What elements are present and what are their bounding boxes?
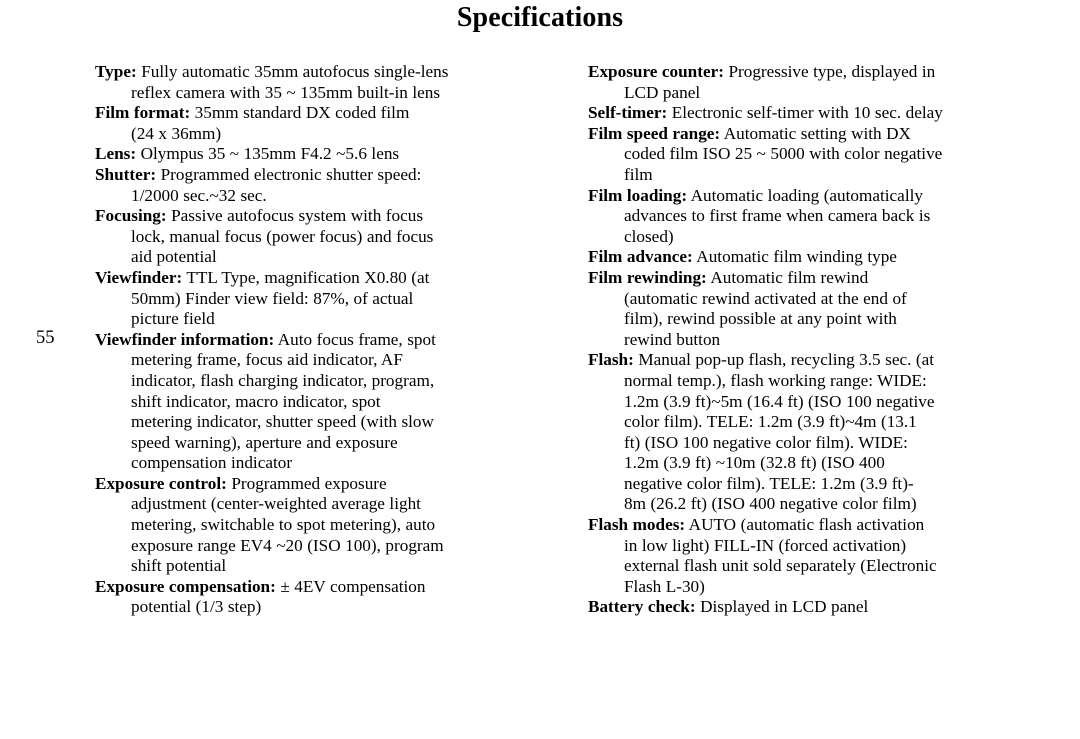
spec-term: Film speed range: <box>588 123 721 143</box>
spec-entry: Shutter: Programmed electronic shutter s… <box>95 165 565 206</box>
spec-value: Olympus 35 ~ 135mm F4.2 ~5.6 lens <box>136 144 400 164</box>
spec-value: Auto focus frame, spot metering frame, f… <box>131 329 436 473</box>
spec-term: Exposure control: <box>95 473 227 493</box>
spec-entry: Film rewinding: Automatic film rewind (a… <box>588 268 1050 350</box>
spec-term: Viewfinder information: <box>95 329 275 349</box>
spec-term: Type: <box>95 62 137 81</box>
spec-entry: Lens: Olympus 35 ~ 135mm F4.2 ~5.6 lens <box>95 144 565 165</box>
spec-term: Film format: <box>95 103 191 123</box>
spec-entry: Flash: Manual pop-up flash, recycling 3.… <box>588 350 1050 515</box>
spec-term: Focusing: <box>95 206 167 226</box>
spec-term: Shutter: <box>95 164 157 184</box>
spec-entry: Exposure counter: Progressive type, disp… <box>588 62 1050 103</box>
spec-term: Viewfinder: <box>95 267 183 287</box>
spec-value: Displayed in LCD panel <box>695 597 869 617</box>
spec-term: Exposure compensation: <box>95 576 276 596</box>
spec-entry: Type: Fully automatic 35mm autofocus sin… <box>95 62 565 103</box>
spec-term: Film loading: <box>588 185 688 205</box>
spec-term: Lens: <box>95 144 137 164</box>
spec-term: Film advance: <box>588 247 693 267</box>
spec-value: Electronic self-timer with 10 sec. delay <box>667 103 943 123</box>
spec-entry: Battery check: Displayed in LCD panel <box>588 597 1050 618</box>
spec-term: Flash modes: <box>588 515 686 535</box>
spec-term: Exposure counter: <box>588 62 724 81</box>
spec-value: Automatic film winding type <box>692 247 897 267</box>
page-number: 55 <box>36 328 55 348</box>
specifications-column-left: Type: Fully automatic 35mm autofocus sin… <box>95 62 565 618</box>
spec-entry: Exposure compensation: ± 4EV compensatio… <box>95 577 565 618</box>
spec-entry: Flash modes: AUTO (automatic flash activ… <box>588 515 1050 597</box>
specifications-column-right: Exposure counter: Progressive type, disp… <box>588 62 1050 618</box>
spec-entry: Film speed range: Automatic setting with… <box>588 124 1050 186</box>
spec-entry: Self-timer: Electronic self-timer with 1… <box>588 103 1050 124</box>
spec-value: Fully automatic 35mm autofocus single-le… <box>131 62 449 102</box>
spec-entry: Film advance: Automatic film winding typ… <box>588 247 1050 268</box>
spec-entry: Viewfinder: TTL Type, magnification X0.8… <box>95 268 565 330</box>
spec-value: Passive autofocus system with focus lock… <box>131 206 434 267</box>
spec-value: Programmed electronic shutter speed: 1/2… <box>131 164 422 205</box>
spec-term: Flash: <box>588 350 634 370</box>
spec-entry: Viewfinder information: Auto focus frame… <box>95 330 565 474</box>
document-page: Specifications 55 Type: Fully automatic … <box>0 0 1080 739</box>
spec-term: Battery check: <box>588 597 696 617</box>
spec-entry: Exposure control: Programmed exposure ad… <box>95 474 565 577</box>
spec-value: Manual pop-up flash, recycling 3.5 sec. … <box>624 350 935 514</box>
spec-entry: Film format: 35mm standard DX coded film… <box>95 103 565 144</box>
page-title: Specifications <box>456 2 624 33</box>
spec-term: Self-timer: <box>588 103 668 123</box>
spec-entry: Focusing: Passive autofocus system with … <box>95 206 565 268</box>
spec-term: Film rewinding: <box>588 267 707 287</box>
spec-entry: Film loading: Automatic loading (automat… <box>588 186 1050 248</box>
